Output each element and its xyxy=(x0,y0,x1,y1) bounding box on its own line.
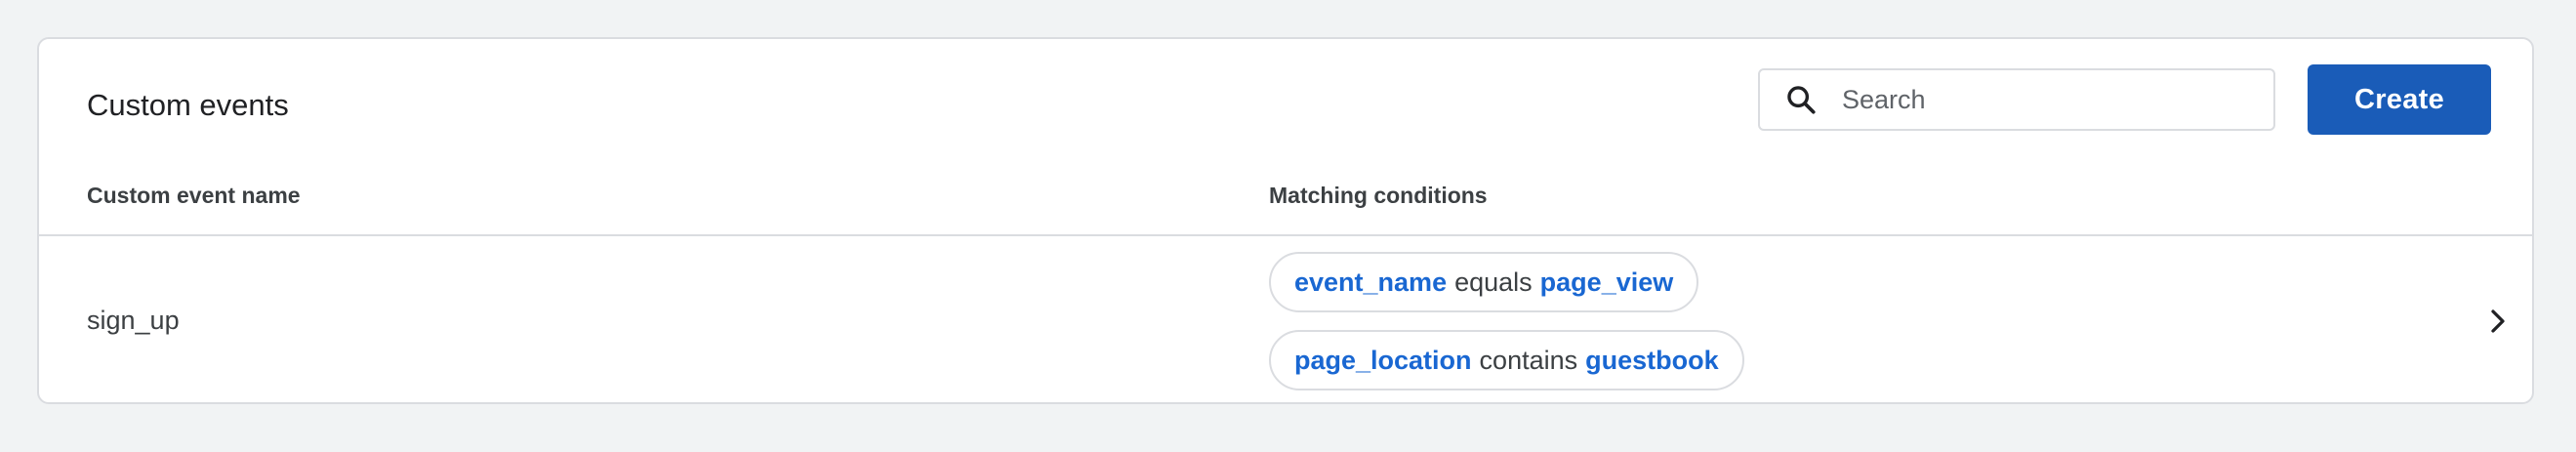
condition-chip: event_name equals page_view xyxy=(1269,252,1699,312)
condition-value: guestbook xyxy=(1585,345,1719,375)
create-button[interactable]: Create xyxy=(2308,64,2491,135)
condition-field: event_name xyxy=(1294,267,1448,297)
search-icon xyxy=(1781,80,1820,119)
search-box[interactable] xyxy=(1758,68,2275,131)
condition-operator: contains xyxy=(1479,345,1578,375)
table-row[interactable]: sign_up event_name equals page_view page… xyxy=(39,236,2532,402)
condition-field: page_location xyxy=(1294,345,1472,375)
search-input[interactable] xyxy=(1842,75,2252,124)
column-header-conditions: Matching conditions xyxy=(1269,183,1488,208)
chevron-right-icon[interactable] xyxy=(2481,305,2515,338)
column-header-name: Custom event name xyxy=(87,183,301,208)
condition-value: page_view xyxy=(1539,267,1674,297)
custom-events-card: Custom events Create Custom event name M… xyxy=(37,37,2534,404)
condition-chip: page_location contains guestbook xyxy=(1269,330,1744,390)
page-title: Custom events xyxy=(87,88,289,122)
event-name: sign_up xyxy=(87,306,180,335)
condition-operator: equals xyxy=(1454,267,1533,297)
